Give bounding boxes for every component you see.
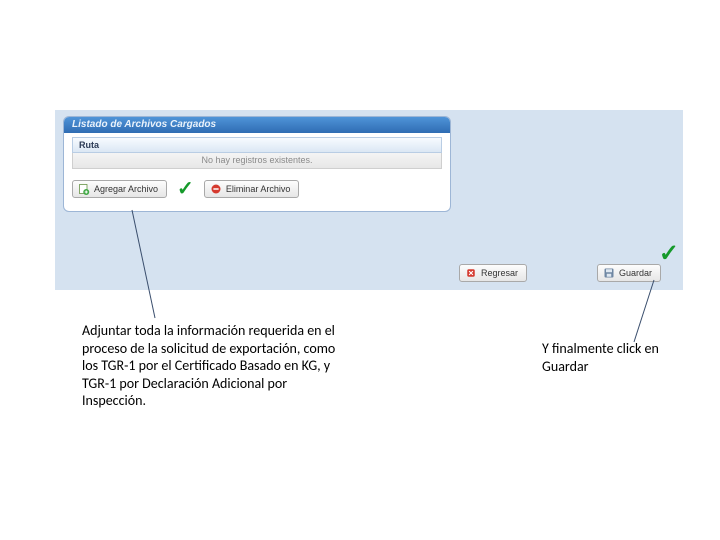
panel-title: Listado de Archivos Cargados [64, 117, 450, 133]
column-header-ruta: Ruta [72, 137, 442, 153]
empty-row-message: No hay registros existentes. [72, 153, 442, 169]
back-icon [465, 267, 477, 279]
annotation-right: Y finalmente click en Guardar [542, 340, 702, 375]
add-file-label: Agregar Archivo [94, 184, 158, 194]
delete-file-label: Eliminar Archivo [226, 184, 291, 194]
save-icon [603, 267, 615, 279]
panel-body: Ruta No hay registros existentes. Agrega… [64, 133, 450, 205]
back-button[interactable]: Regresar [459, 264, 527, 282]
back-label: Regresar [481, 268, 518, 278]
add-file-button[interactable]: Agregar Archivo [72, 180, 167, 198]
add-file-icon [78, 183, 90, 195]
delete-file-icon [210, 183, 222, 195]
save-button[interactable]: Guardar [597, 264, 661, 282]
uploaded-files-panel: Listado de Archivos Cargados Ruta No hay… [63, 116, 451, 212]
file-buttons-row: Agregar Archivo ✓ Eliminar Archivo [72, 179, 442, 199]
app-background: Listado de Archivos Cargados Ruta No hay… [55, 110, 683, 290]
checkmark-icon: ✓ [659, 239, 679, 268]
delete-file-button[interactable]: Eliminar Archivo [204, 180, 300, 198]
annotation-left: Adjuntar toda la información requerida e… [82, 322, 342, 410]
form-footer-bar: Regresar Guardar [55, 264, 683, 282]
checkmark-icon: ✓ [177, 179, 194, 199]
save-label: Guardar [619, 268, 652, 278]
